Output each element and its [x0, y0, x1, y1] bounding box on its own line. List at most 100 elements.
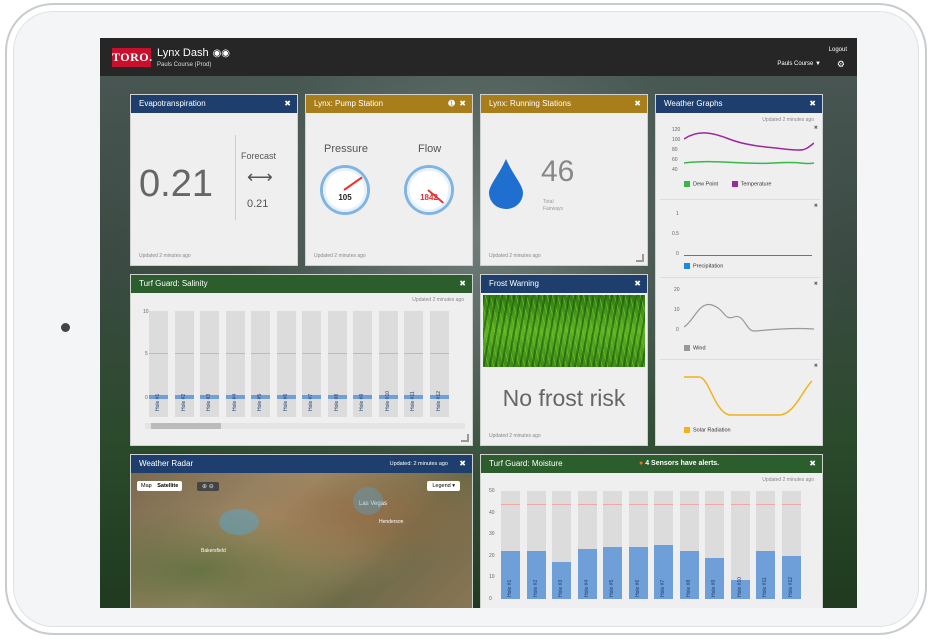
- threshold-line: [276, 353, 296, 354]
- moisture-tick: 30: [489, 531, 495, 538]
- moisture-hole-label: Hole #4: [583, 579, 590, 597]
- close-icon[interactable]: ✖: [284, 95, 291, 113]
- course-selector[interactable]: Pauls Course ▼: [777, 61, 821, 67]
- moisture-tick: 0: [489, 596, 492, 602]
- salinity-column[interactable]: Hole #8: [327, 311, 347, 417]
- moisture-column[interactable]: Hole #5: [603, 491, 622, 599]
- resize-handle[interactable]: [636, 254, 644, 262]
- et-updated: Updated 2 minutes ago: [139, 253, 191, 259]
- moisture-column[interactable]: Hole #7: [654, 491, 673, 599]
- info-icon[interactable]: ➊: [448, 95, 455, 113]
- close-icon[interactable]: ✖: [634, 95, 641, 113]
- salinity-column[interactable]: Hole #2: [174, 311, 194, 417]
- legend-swatch: [684, 345, 690, 351]
- moisture-alert-text: 4 Sensors have alerts.: [645, 460, 720, 467]
- moisture-tick: 10: [489, 574, 495, 581]
- scroll-thumb[interactable]: [151, 423, 221, 429]
- wind-tick: 20: [674, 287, 680, 293]
- running-header: Lynx: Running Stations ✖: [481, 95, 647, 113]
- salinity-column[interactable]: Hole #5: [251, 311, 270, 417]
- moisture-panel: Turf Guard: Moisture ● 4 Sensors have al…: [480, 454, 823, 608]
- radar-map[interactable]: Map Satellite ⊕ ⊖ Legend ▾ Las Vegas Hen…: [131, 473, 472, 608]
- moisture-column[interactable]: Hole #11: [756, 491, 775, 599]
- close-icon[interactable]: ✖: [459, 95, 466, 113]
- threshold-line: [501, 503, 520, 505]
- zoom-in-icon[interactable]: ⊕: [202, 484, 207, 490]
- temp-tick: 120: [672, 127, 681, 133]
- temp-tick: 100: [672, 137, 681, 143]
- salinity-hole-label: Hole #10: [384, 390, 391, 411]
- moisture-column[interactable]: Hole #9: [705, 491, 724, 599]
- legend-solar: Solar Radiation: [693, 427, 731, 434]
- precip-tick: 0: [676, 251, 679, 257]
- running-sub2: Fairways: [543, 206, 564, 212]
- radar-header: Weather Radar Updated: 2 minutes ago ✖: [131, 455, 472, 473]
- salinity-column[interactable]: Hole #11: [404, 311, 423, 417]
- app-title: Lynx Dash ◉◉: [157, 47, 230, 59]
- salinity-hole-label: Hole #5: [257, 393, 263, 411]
- moisture-column[interactable]: Hole #6: [628, 491, 648, 599]
- precip-line: [684, 255, 812, 256]
- close-icon[interactable]: ✖: [814, 281, 818, 287]
- moisture-column[interactable]: Hole #10: [730, 491, 750, 599]
- salinity-column[interactable]: Hole #3: [200, 311, 219, 417]
- moisture-hole-label: Hole #6: [634, 579, 641, 597]
- salinity-column[interactable]: Hole #9: [353, 311, 372, 417]
- pressure-unit: psi: [341, 203, 349, 209]
- et-title: Evapotranspiration: [139, 99, 206, 108]
- pressure-value: 105: [338, 193, 352, 202]
- close-icon[interactable]: ✖: [809, 95, 816, 113]
- zoom-out-icon[interactable]: ⊖: [209, 484, 214, 490]
- radar-precip-overlay: [353, 487, 383, 515]
- threshold-line: [251, 353, 270, 354]
- pressure-needle: [343, 176, 363, 191]
- moisture-column[interactable]: Hole #4: [577, 491, 597, 599]
- close-icon[interactable]: ✖: [459, 275, 466, 293]
- threshold-line: [781, 503, 801, 505]
- legend-dropdown[interactable]: Legend ▾: [427, 481, 460, 491]
- close-icon[interactable]: ✖: [459, 455, 466, 473]
- salinity-column[interactable]: Hole #4: [225, 311, 245, 417]
- temp-tick: 60: [672, 157, 678, 163]
- close-icon[interactable]: ✖: [814, 363, 818, 369]
- close-icon[interactable]: ✖: [814, 203, 818, 209]
- flow-gauge: 1842 gpm: [404, 165, 454, 215]
- legend-wind: Wind: [693, 345, 706, 352]
- moisture-tick: 40: [489, 509, 495, 516]
- salinity-column[interactable]: Hole #7: [302, 311, 321, 417]
- moisture-column[interactable]: Hole #1: [501, 491, 520, 599]
- flow-value: 1842: [420, 193, 438, 202]
- moisture-column[interactable]: Hole #2: [526, 491, 546, 599]
- moisture-column[interactable]: Hole #12: [781, 491, 801, 599]
- salinity-tick: 0: [145, 395, 148, 401]
- threshold-line: [404, 353, 423, 354]
- logout-link[interactable]: Logout: [829, 47, 847, 53]
- radar-title: Weather Radar: [139, 459, 194, 468]
- gear-icon[interactable]: ⚙: [837, 59, 845, 70]
- satellite-button[interactable]: Satellite: [157, 483, 178, 489]
- grass-image: [483, 295, 645, 367]
- moisture-column[interactable]: Hole #8: [679, 491, 699, 599]
- salinity-column[interactable]: Hole #10: [378, 311, 398, 417]
- moisture-alert[interactable]: ● 4 Sensors have alerts.: [639, 455, 719, 473]
- threshold-line: [577, 503, 597, 505]
- frost-panel: Frost Warning ✖ No frost risk Updated 2 m…: [480, 274, 648, 446]
- radar-panel: Weather Radar Updated: 2 minutes ago ✖ Map…: [130, 454, 473, 608]
- salinity-column[interactable]: Hole #12: [429, 311, 449, 417]
- close-icon[interactable]: ✖: [809, 455, 816, 473]
- moisture-column[interactable]: Hole #3: [552, 491, 571, 599]
- wind-tick: 0: [676, 327, 679, 333]
- precip-tick: 0.5: [672, 231, 679, 237]
- map-button[interactable]: Map: [141, 483, 152, 489]
- salinity-column[interactable]: Hole #1: [149, 311, 168, 417]
- salinity-column[interactable]: Hole #6: [276, 311, 296, 417]
- moisture-hole-label: Hole #5: [609, 579, 615, 597]
- salinity-scrollbar[interactable]: [145, 423, 465, 429]
- pressure-label: Pressure: [324, 143, 369, 155]
- resize-handle[interactable]: [461, 434, 469, 442]
- salinity-tick: 10: [143, 309, 149, 315]
- wind-chart: [684, 303, 814, 332]
- close-icon[interactable]: ✖: [634, 275, 641, 293]
- threshold-line: [353, 353, 372, 354]
- close-icon[interactable]: ✖: [814, 125, 818, 131]
